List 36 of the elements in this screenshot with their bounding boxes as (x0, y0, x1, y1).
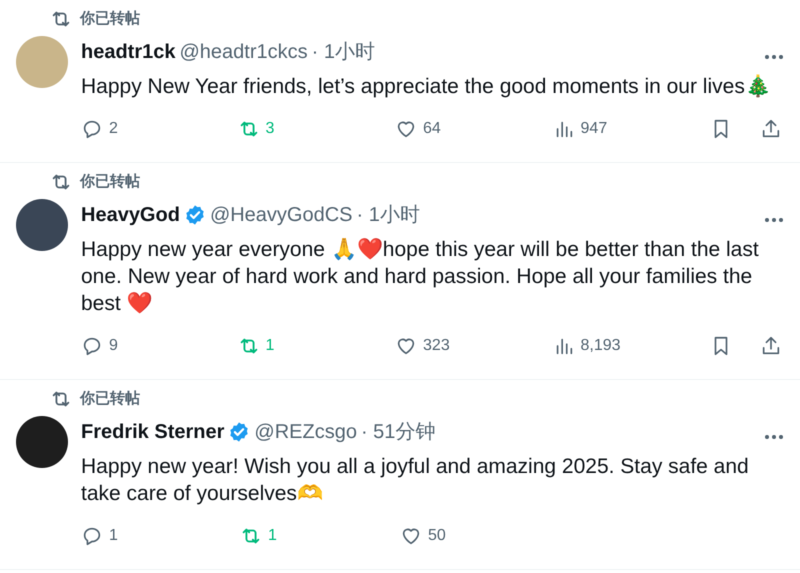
post-text: Happy new year! Wish you all a joyful and amazing 2025. Stay safe and take care of yourselves🫶 (81, 454, 750, 507)
repost-count: 1 (266, 336, 274, 356)
reply-count: 9 (109, 336, 118, 356)
post-time[interactable]: · 51分钟 (360, 417, 436, 447)
post-text: Happy new year everyone 🙏❤hope this year will be better than the last one. New year of hard work and hard passion. Hope all your families the best ❤ (81, 237, 760, 317)
like-count: 323 (423, 336, 450, 356)
reply-icon[interactable] (81, 525, 103, 547)
more-options-icon[interactable] (764, 434, 784, 440)
like-count: 50 (428, 526, 446, 546)
user-handle[interactable]: @HeavyGodCS (210, 200, 353, 230)
display-name[interactable]: HeavyGod (81, 200, 180, 230)
repost-label: 你已转帖 (80, 8, 140, 29)
reply-icon[interactable] (81, 335, 103, 357)
post-time[interactable]: · 1小时 (356, 200, 420, 230)
user-handle[interactable]: @REZcsgo (254, 417, 357, 447)
reply-icon[interactable] (81, 118, 103, 140)
display-name[interactable]: headtr1ck (81, 37, 176, 67)
like-count: 64 (423, 119, 441, 139)
reply-count: 2 (109, 119, 118, 139)
verified-badge-icon (184, 204, 206, 226)
post-text: Happy New Year friends, let’s appreciate the good moments in our lives🎄 (81, 73, 772, 100)
verified-badge-icon (228, 421, 250, 443)
user-handle[interactable]: @headtr1ckcs (180, 37, 308, 67)
avatar[interactable] (16, 416, 68, 468)
display-name[interactable]: Fredrik Sterner (81, 417, 224, 447)
more-options-icon[interactable] (764, 54, 784, 60)
view-count: 8,193 (580, 336, 621, 356)
reply-count: 1 (109, 526, 118, 546)
repost-count: 1 (268, 526, 277, 546)
more-options-icon[interactable] (764, 217, 784, 223)
repost-label: 你已转帖 (80, 172, 140, 192)
repost-count: 3 (266, 119, 274, 139)
post-time[interactable]: · 1小时 (312, 37, 375, 67)
repost-label: 你已转帖 (80, 388, 140, 409)
view-count: 947 (580, 119, 608, 139)
avatar[interactable] (16, 199, 68, 251)
